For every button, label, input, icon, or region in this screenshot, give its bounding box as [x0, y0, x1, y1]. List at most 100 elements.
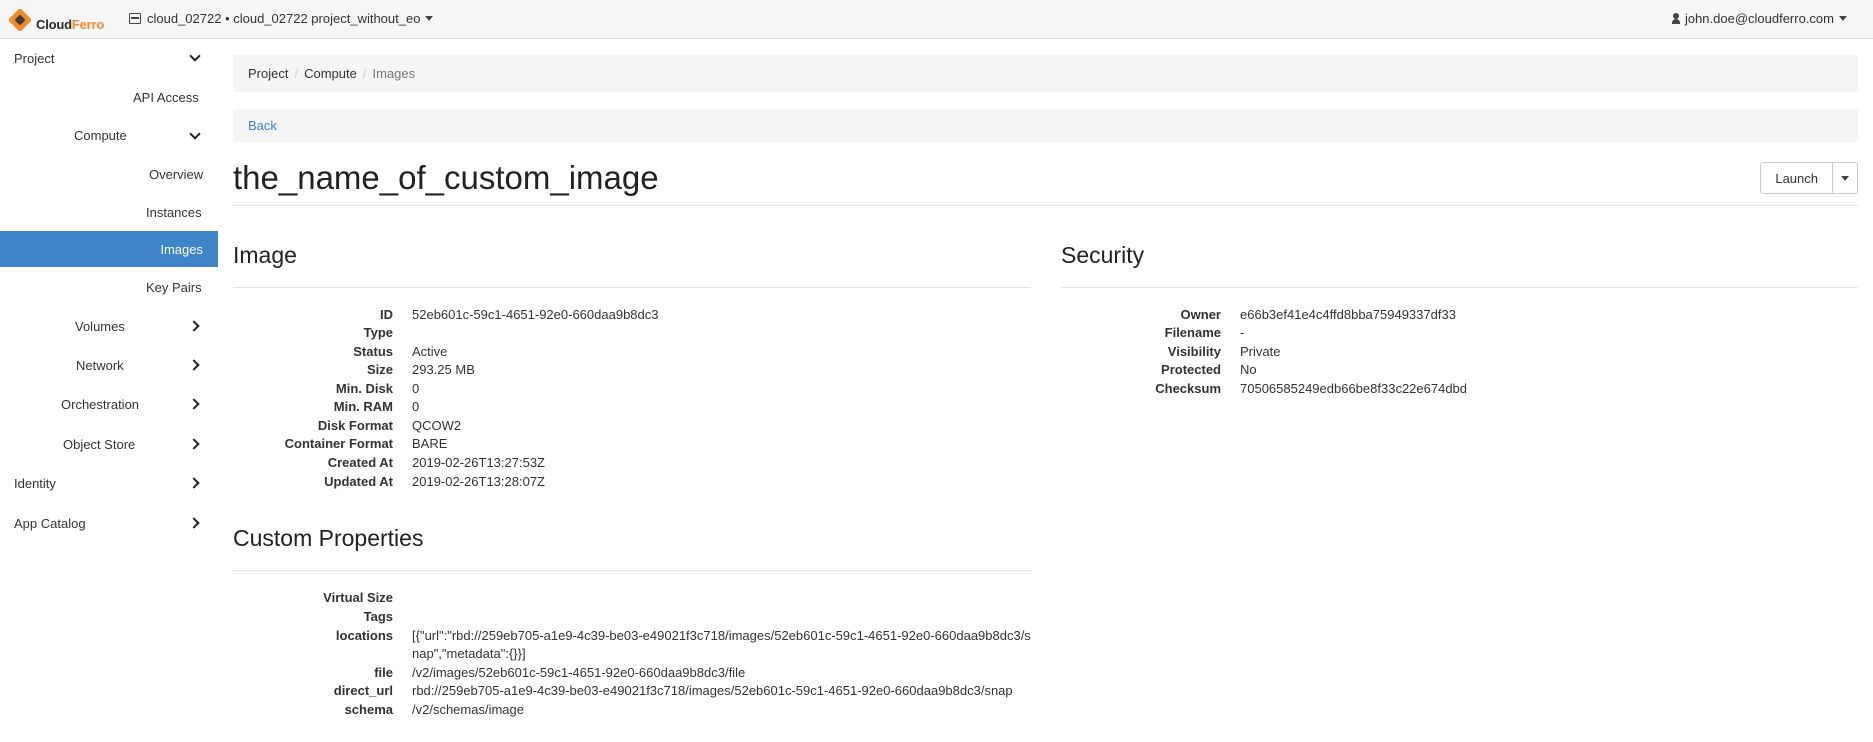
detail-key: Owner: [1180, 307, 1221, 322]
launch-button-group: Launch: [1760, 162, 1858, 194]
detail-row-status: Status Active: [233, 343, 1133, 361]
launch-dropdown-toggle[interactable]: [1833, 162, 1858, 194]
chevron-right-icon: [188, 477, 200, 489]
sidebar-item-object-store[interactable]: Object Store: [63, 426, 135, 462]
detail-row-id: ID 52eb601c-59c1-4651-92e0-660daa9b8dc3: [233, 306, 1133, 324]
detail-value: 0: [412, 399, 420, 414]
detail-value: 70506585249edb66be8f33c22e674dbd: [1240, 381, 1468, 396]
detail-key: file: [374, 665, 393, 680]
detail-key: Filename: [1164, 325, 1221, 340]
detail-row-created-at: Created At 2019-02-26T13:27:53Z: [233, 454, 1133, 472]
image-section-divider: [233, 287, 1031, 288]
detail-row-schema: schema/v2/schemas/image: [233, 701, 1133, 719]
chevron-right-icon: [188, 398, 200, 410]
detail-row-direct-url: direct_url rbd://259eb705-a1e9-4c39-be03-…: [233, 682, 1133, 700]
sidebar-item-label: Volumes: [75, 318, 125, 334]
caret-down-icon: [1839, 16, 1847, 21]
detail-value: BARE: [412, 436, 448, 451]
sidebar-item-network[interactable]: Network: [76, 347, 124, 383]
detail-key: Virtual Size: [323, 590, 393, 605]
detail-key: Status: [353, 344, 393, 359]
sidebar-item-label: Object Store: [63, 436, 136, 452]
detail-value: Active: [412, 344, 448, 359]
sidebar-item-label: Overview: [149, 166, 204, 182]
breadcrumb-compute[interactable]: Compute: [304, 66, 357, 81]
detail-row-container-format: Container Format BARE: [233, 435, 1133, 453]
user-menu[interactable]: john.doe@cloudferro.com: [1671, 11, 1847, 26]
breadcrumb: Project / Compute / Images: [233, 55, 1858, 92]
detail-key: Updated At: [324, 474, 393, 489]
title-divider: [233, 205, 1858, 206]
detail-value: Private: [1240, 344, 1281, 359]
sidebar-item-label: App Catalog: [14, 515, 86, 531]
detail-key: ID: [380, 307, 393, 322]
detail-row-updated-at: Updated At 2019-02-26T13:28:07Z: [233, 473, 1133, 491]
sidebar-item-label: Key Pairs: [146, 279, 202, 295]
detail-row-virtual-size: Virtual Size: [233, 589, 1133, 607]
sidebar-item-label: Images: [160, 241, 203, 257]
sidebar-item-overview[interactable]: Overview: [149, 156, 203, 192]
detail-row-protected: Protected No: [1061, 361, 1873, 379]
sidebar-item-identity[interactable]: Identity: [14, 465, 56, 501]
detail-row-min-disk: Min. Disk 0: [233, 380, 1133, 398]
top-navbar: CloudFerro cloud_02722 • cloud_02722 pro…: [0, 0, 1873, 39]
detail-key: Container Format: [284, 436, 393, 451]
sidebar-item-label: API Access: [133, 89, 199, 105]
sidebar-item-compute[interactable]: Compute: [74, 117, 127, 153]
detail-key: Min. Disk: [335, 381, 393, 396]
detail-key: Protected: [1161, 362, 1221, 377]
chevron-down-icon: [189, 50, 201, 62]
detail-row-type: Type: [233, 324, 1133, 342]
detail-value: /v2/images/52eb601c-59c1-4651-92e0-660da…: [412, 665, 746, 680]
detail-row-checksum: Checksum 70506585249edb66be8f33c22e674dbd: [1061, 380, 1873, 398]
security-section-title: Security: [1061, 242, 1145, 268]
detail-value: 2019-02-26T13:27:53Z: [412, 455, 545, 470]
chevron-right-icon: [188, 517, 200, 529]
detail-row-owner: Owner e66b3ef41e4c4ffd8bba75949337df33: [1061, 306, 1873, 324]
user-icon: [1671, 13, 1680, 24]
chevron-right-icon: [188, 359, 200, 371]
detail-value: 0: [412, 381, 420, 396]
sidebar-item-instances[interactable]: Instances: [146, 194, 202, 230]
breadcrumb-images: Images: [372, 66, 416, 81]
launch-button[interactable]: Launch: [1760, 162, 1833, 194]
sidebar-item-orchestration[interactable]: Orchestration: [61, 386, 139, 422]
detail-value: rbd://259eb705-a1e9-4c39-be03-e49021f3c7…: [412, 683, 1013, 698]
sidebar-item-key-pairs[interactable]: Key Pairs: [146, 269, 202, 305]
user-menu-label: john.doe@cloudferro.com: [1684, 11, 1834, 26]
sidebar-item-label: Orchestration: [61, 396, 140, 412]
caret-down-icon: [1841, 175, 1849, 181]
caret-down-icon: [425, 16, 434, 21]
breadcrumb-project[interactable]: Project: [248, 66, 288, 81]
detail-value: 293.25 MB: [412, 362, 475, 377]
sidebar-item-app-catalog[interactable]: App Catalog: [14, 505, 86, 541]
back-link[interactable]: Back: [248, 118, 277, 133]
detail-key: Min. RAM: [333, 399, 393, 414]
cloudferro-logo[interactable]: CloudFerro: [7, 7, 104, 33]
breadcrumb-separator: /: [362, 66, 367, 81]
sidebar-item-images[interactable]: Images: [0, 231, 218, 267]
detail-key: Visibility: [1167, 344, 1221, 359]
detail-value: 2019-02-26T13:28:07Z: [412, 474, 545, 489]
chevron-right-icon: [188, 438, 200, 450]
chevron-down-icon: [189, 128, 201, 140]
detail-key: Disk Format: [317, 418, 393, 433]
sidebar-item-volumes[interactable]: Volumes: [75, 308, 125, 344]
detail-key: Created At: [327, 455, 393, 470]
detail-key: direct_url: [333, 683, 393, 698]
project-switcher[interactable]: cloud_02722 • cloud_02722 project_withou…: [129, 11, 434, 26]
detail-key: locations: [335, 628, 393, 643]
detail-row-filename: Filename -: [1061, 324, 1873, 342]
sidebar-item-api-access[interactable]: API Access: [133, 79, 199, 115]
detail-row-visibility: Visibility Private: [1061, 343, 1873, 361]
sidebar-item-label: Project: [14, 50, 55, 66]
sidebar-item-project[interactable]: Project: [14, 40, 54, 76]
custom-properties-title: Custom Properties: [233, 525, 424, 551]
sidebar: Project API Access Compute Overview Inst…: [0, 39, 218, 742]
server-icon: [129, 13, 141, 24]
detail-value: [{"url":"rbd://259eb705-a1e9-4c39-be03-e…: [412, 628, 1031, 661]
security-section-divider: [1061, 287, 1858, 288]
sidebar-item-label: Compute: [74, 127, 127, 143]
custom-properties-divider: [233, 570, 1031, 571]
detail-row-min-ram: Min. RAM 0: [233, 398, 1133, 416]
